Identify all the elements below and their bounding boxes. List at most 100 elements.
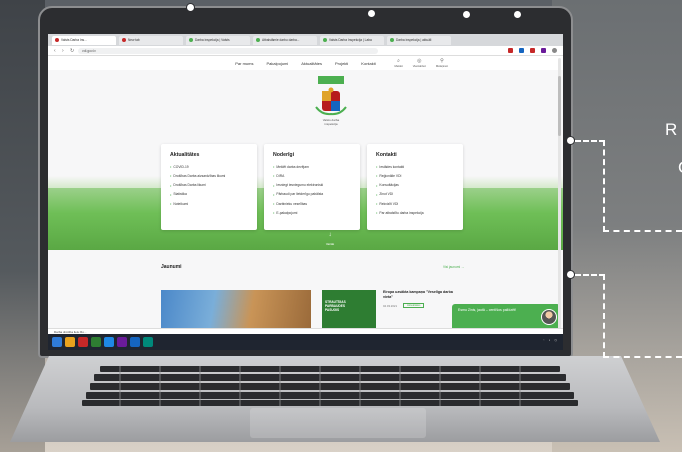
- profile-icon[interactable]: [552, 48, 557, 53]
- laptop-screen: Valsts Darba Ins… New tab Darba inspekci…: [48, 34, 563, 350]
- scroll-down-icon[interactable]: ↓: [310, 232, 350, 238]
- reload-icon[interactable]: ↻: [70, 48, 74, 53]
- callout-label: R: [665, 120, 678, 139]
- taskbar-app-icon[interactable]: [143, 337, 153, 347]
- card-link[interactable]: Noteikumi: [170, 201, 248, 206]
- card-link[interactable]: Iesniegt iesniegumu elektroniski: [273, 183, 351, 188]
- callout-label: G: [678, 158, 682, 178]
- browser-tab[interactable]: Valsts Darba Inspekcija | Laba: [320, 35, 384, 45]
- taskbar-app-icon[interactable]: [65, 337, 75, 347]
- nav-item-aktualitates[interactable]: Aktualitātes: [301, 61, 322, 66]
- logo-label: Valsts darba inspekcija: [322, 118, 340, 126]
- clock-icon[interactable]: ◷: [554, 338, 557, 342]
- nav-item-par-mums[interactable]: Par mums: [235, 61, 253, 66]
- news-item-badge[interactable]: Aktualitātes: [403, 303, 425, 308]
- start-icon[interactable]: [52, 337, 62, 347]
- main-nav: Par mums Pakalpojumi Aktualitātes Projek…: [48, 56, 563, 70]
- card-link[interactable]: Statistika: [170, 192, 248, 197]
- extension-icon[interactable]: [508, 48, 513, 53]
- card-title: Aktualitātes: [170, 152, 200, 158]
- forward-icon[interactable]: ›: [62, 48, 66, 53]
- browser-tab[interactable]: Atbalstāmie darbu darba...: [253, 35, 317, 45]
- callout-line: [575, 140, 605, 142]
- accessibility-button[interactable]: ◎ Vienkāršot: [413, 58, 426, 68]
- callout-line: [575, 274, 605, 276]
- callout-line: [603, 140, 605, 232]
- card-link[interactable]: E-pakalpojumi: [273, 210, 351, 215]
- tab-favicon-icon: [122, 38, 126, 42]
- callout-pin: [566, 136, 575, 145]
- url-input[interactable]: vdi.gov.lv: [78, 47, 378, 54]
- card-title: Noderīgi: [273, 152, 295, 158]
- volume-icon[interactable]: ◖: [549, 338, 551, 342]
- tab-favicon-icon: [189, 38, 193, 42]
- card-aktualitates: Aktualitātes COVID-19 Drošības Darba aiz…: [161, 144, 257, 230]
- scrollbar-thumb[interactable]: [558, 76, 561, 136]
- card-kontakti: Kontakti Iestādes kontakti Reģionālie VD…: [367, 144, 463, 230]
- card-link[interactable]: Par atbalstītu darba inspekcija: [376, 210, 454, 215]
- callout-pin: [513, 10, 522, 19]
- extension-icon[interactable]: [519, 48, 524, 53]
- chat-avatar: [541, 309, 557, 325]
- scene: Valsts Darba Ins… New tab Darba inspekci…: [0, 0, 682, 452]
- card-link[interactable]: COVID-19: [170, 164, 248, 169]
- card-noderigi: Noderīgi Meklēt darba devējam DIRA Iesni…: [264, 144, 360, 230]
- news-item-title[interactable]: Eiropa uzsākta kampaņa "Veselīga darba v…: [383, 290, 453, 299]
- coat-of-arms-icon[interactable]: [312, 87, 350, 117]
- nav-item-projekti[interactable]: Projekti: [335, 61, 348, 66]
- extension-icon[interactable]: [530, 48, 535, 53]
- card-link[interactable]: Meklēt darba devējam: [273, 164, 351, 169]
- nav-item-pakalpojumi[interactable]: Pakalpojumi: [266, 61, 288, 66]
- card-link[interactable]: DIRA: [273, 173, 351, 178]
- news-image[interactable]: STRAUTĪGAS PARBAUDES PASUGIS: [322, 290, 376, 330]
- callout-pin: [462, 10, 471, 19]
- address-bar: ‹ › ↻ vdi.gov.lv: [48, 46, 563, 56]
- callout-line: [603, 230, 682, 232]
- callout-line: [603, 274, 605, 358]
- browser-tab[interactable]: Darba inspekcija | Valsts: [186, 35, 250, 45]
- card-link[interactable]: Zinot VDI: [376, 192, 454, 197]
- keyboard-icon: [82, 366, 578, 406]
- taskbar: ◔ ◖ ◷: [48, 334, 563, 350]
- callout-pin: [367, 9, 376, 18]
- search-button[interactable]: ⌕ Meklēt: [394, 58, 402, 68]
- all-news-link[interactable]: Visi jaunumi →: [443, 265, 464, 269]
- card-link[interactable]: Konsultācijas: [376, 183, 454, 188]
- callout-pin: [186, 3, 195, 12]
- browser-tab[interactable]: Valsts Darba Ins…: [52, 35, 116, 45]
- taskbar-app-icon[interactable]: [130, 337, 140, 347]
- nav-icons: ⌕ Meklēt ◎ Vienkāršot ⚲ Mēlaņinot: [394, 58, 448, 68]
- browser-tab[interactable]: Darba inspekcija | aktuāli: [387, 35, 451, 45]
- news-image[interactable]: [161, 290, 311, 330]
- card-link[interactable]: Darbinieku veselības: [273, 201, 351, 206]
- card-link[interactable]: Drošības Darba likumi: [170, 183, 248, 188]
- callout-pin: [566, 270, 575, 279]
- download-item[interactable]: Darba drošība lietu Ro...: [54, 330, 87, 334]
- extension-icon[interactable]: [541, 48, 546, 53]
- back-icon[interactable]: ‹: [54, 48, 58, 53]
- card-link[interactable]: Reģionālie VDI: [376, 173, 454, 178]
- taskbar-app-icon[interactable]: [91, 337, 101, 347]
- browser-tab[interactable]: New tab: [119, 35, 183, 45]
- nav-item-kontakti[interactable]: Kontakti: [361, 61, 375, 66]
- scroll-down-label[interactable]: Vairāk: [310, 242, 350, 246]
- news-item-date: 04.03.2021: [383, 304, 397, 308]
- card-link[interactable]: Iestādes kontakti: [376, 164, 454, 169]
- taskbar-app-icon[interactable]: [78, 337, 88, 347]
- card-link[interactable]: Drošības Darba aizsardzības likumi: [170, 173, 248, 178]
- laptop-lid: Valsts Darba Ins… New tab Darba inspekci…: [38, 6, 573, 358]
- tab-favicon-icon: [323, 38, 327, 42]
- system-tray: ◔ ◖ ◷: [543, 338, 557, 342]
- user-button[interactable]: ⚲ Mēlaņinot: [436, 58, 448, 68]
- news-heading: Jaunumi: [161, 264, 182, 270]
- chat-text: Esmu Zinis, jautā – centīšos palīdzēt!: [458, 308, 516, 312]
- card-link[interactable]: Rekvizīti VDI: [376, 201, 454, 206]
- website: Par mums Pakalpojumi Aktualitātes Projek…: [48, 56, 563, 334]
- tab-favicon-icon: [256, 38, 260, 42]
- logo-ribbon: [318, 76, 344, 84]
- taskbar-app-icon[interactable]: [104, 337, 114, 347]
- card-link[interactable]: Pārbaudi par lietderīgu pabālsta: [273, 192, 351, 197]
- taskbar-app-icon[interactable]: [117, 337, 127, 347]
- wifi-icon[interactable]: ◔: [543, 338, 545, 342]
- callout-line: [603, 356, 682, 358]
